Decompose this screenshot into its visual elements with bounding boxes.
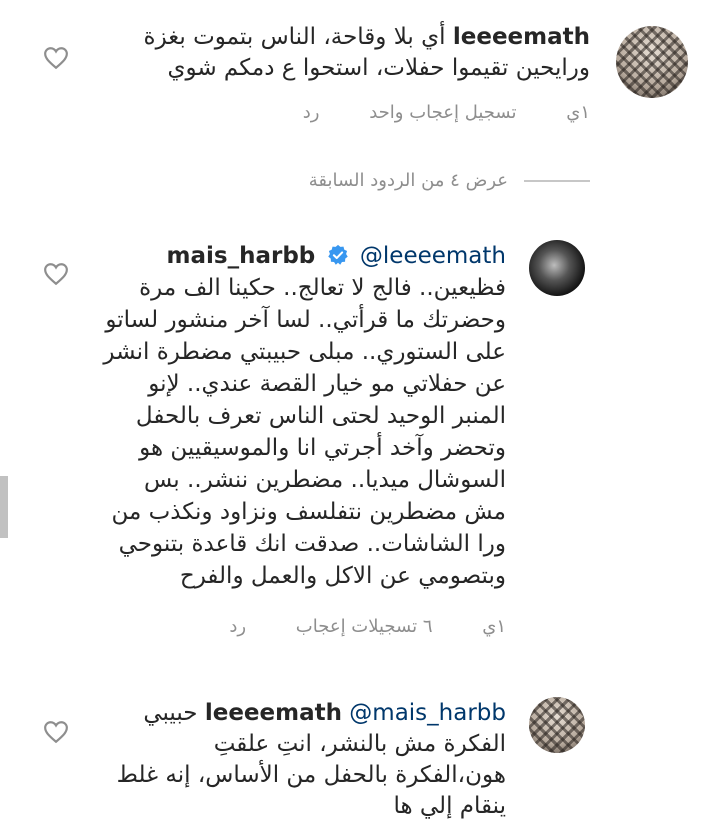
likes-count[interactable]: ٦ تسجيلات إعجاب (296, 616, 433, 637)
timestamp[interactable]: ١ي (566, 102, 590, 123)
mention-link[interactable]: @leeeemath (360, 243, 506, 269)
username[interactable]: leeeemath (453, 24, 590, 50)
scrollbar[interactable] (0, 476, 8, 538)
likes-count[interactable]: تسجيل إعجاب واحد (369, 102, 516, 123)
timestamp[interactable]: ١ي (482, 616, 506, 637)
mention-link[interactable]: @mais_harbb (349, 700, 506, 726)
comment-meta: ١ي ٦ تسجيلات إعجاب رد (185, 616, 506, 637)
username[interactable]: leeeemath (205, 700, 342, 726)
avatar[interactable] (616, 26, 688, 98)
avatar[interactable] (529, 697, 585, 753)
divider-line (524, 179, 590, 182)
comment-text: leeeemath @mais_harbb حبيبي الفكرة مش با… (96, 698, 506, 822)
comment-meta: ١ي تسجيل إعجاب واحد رد (259, 102, 590, 123)
view-previous-replies[interactable]: عرض ٤ من الردود السابقة (309, 170, 590, 191)
heart-icon[interactable] (43, 720, 69, 744)
verified-badge-icon (327, 244, 348, 265)
reply-button[interactable]: رد (303, 102, 320, 123)
avatar[interactable] (529, 240, 585, 296)
view-replies-label[interactable]: عرض ٤ من الردود السابقة (309, 170, 508, 191)
heart-icon[interactable] (43, 262, 69, 286)
comment-text: mais_harbb @leeeemath فظيعين.. فالج لا ت… (96, 240, 506, 592)
reply-button[interactable]: رد (229, 616, 246, 637)
heart-icon[interactable] (43, 46, 69, 70)
comment-body: فظيعين.. فالج لا تعالج.. حكينا الف مرة و… (103, 275, 506, 589)
comment-text: leeeemath أي بلا وقاحة، الناس بتموت بغزة… (120, 22, 590, 84)
username[interactable]: mais_harbb (167, 243, 316, 269)
